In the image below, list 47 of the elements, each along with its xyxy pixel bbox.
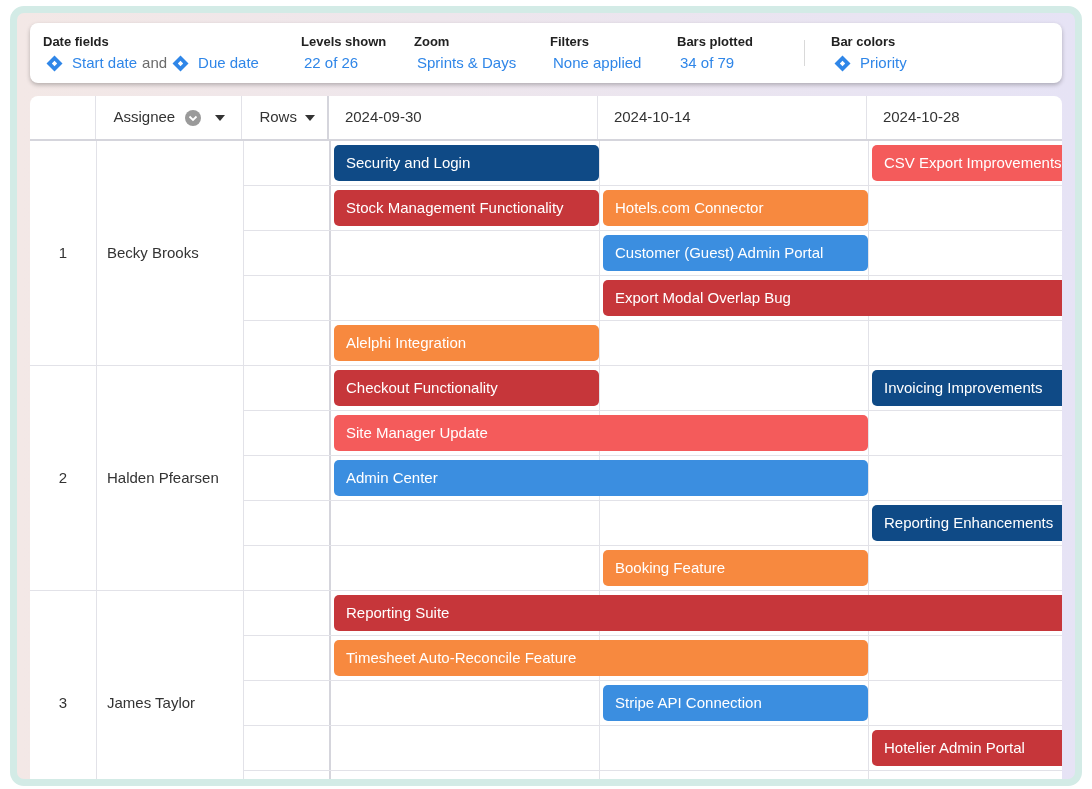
assignee-cell: Halden Pfearsen [97,366,244,590]
caret-icon [304,114,315,121]
setting-label: Bars plotted [677,32,754,51]
caret-icon [215,114,226,121]
conjunction-text: and [142,53,168,73]
task-bar[interactable]: Stock Management Functionality [334,190,599,226]
setting-link[interactable]: 22 of 26 [304,52,359,75]
task-bar[interactable]: Customer (Guest) Admin Portal [603,235,868,271]
task-bar[interactable]: Alelphi Integration [334,325,599,361]
task-bar[interactable]: Site Manager Update [334,415,868,451]
row-number: 3 [30,591,97,779]
column-header[interactable]: Rows [242,96,329,139]
setting-link[interactable]: 34 of 79 [680,52,735,75]
task-bar[interactable]: Reporting Enhancements [872,505,1062,541]
task-bar[interactable]: Timesheet Auto-Reconcile Feature [334,640,868,676]
field-link[interactable]: Start date [72,52,138,75]
task-bar[interactable]: CSV Export Improvements [872,145,1062,181]
task-bar[interactable]: Invoicing Improvements [872,370,1062,406]
assignee-cell: Becky Brooks [97,141,244,365]
setting-label: Levels shown [301,32,388,51]
task-bar[interactable]: Admin Center [334,460,868,496]
task-bar[interactable]: Booking Feature [603,550,868,586]
diamond-icon [172,54,190,72]
task-bar[interactable]: Export Modal Overlap Bug [603,280,1062,316]
diamond-icon [834,54,851,72]
assignee-cell: James Taylor [97,591,244,779]
column-header[interactable]: Assignee [96,96,243,139]
task-bar[interactable]: Security and Login [334,145,599,181]
week-header: 2024-10-14 [597,96,867,139]
setting-label: Date fields [43,32,110,51]
setting-label: Bar colors [831,32,897,51]
setting-link[interactable]: Sprints & Days [417,52,517,75]
row-number: 1 [30,141,97,365]
field-link[interactable]: Priority [860,52,907,75]
task-bar[interactable]: Reporting Suite [334,595,1062,631]
task-bar[interactable]: Stripe API Connection [603,685,868,721]
task-bar[interactable]: Hotelier Admin Portal [872,730,1062,766]
setting-label: Filters [550,32,590,51]
setting-label: Zoom [414,32,451,51]
diamond-icon [46,54,63,72]
setting-link[interactable]: None applied [553,52,642,75]
field-link[interactable]: Due date [198,52,259,75]
task-bar[interactable]: Checkout Functionality [334,370,599,406]
week-header: 2024-10-28 [866,96,1062,139]
week-header: 2024-09-30 [328,96,598,139]
task-bar[interactable]: Hotels.com Connector [603,190,868,226]
row-number: 2 [30,366,97,590]
